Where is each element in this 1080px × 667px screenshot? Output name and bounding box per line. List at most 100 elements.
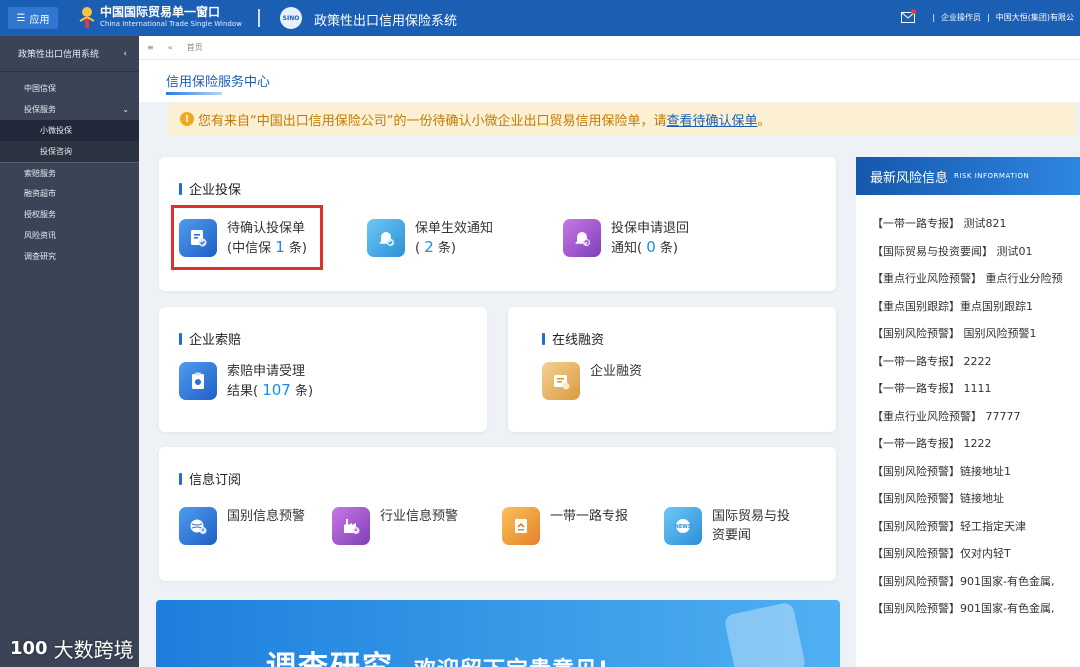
operator-role[interactable]: 企业操作员	[941, 12, 981, 23]
count-prefix: 结果(	[227, 384, 259, 399]
count-prefix: 通知(	[611, 241, 643, 256]
sidebar-item-insure-consult[interactable]: 投保咨询	[0, 141, 139, 162]
watermark-logo: 100	[10, 638, 48, 659]
sinosure-logo-icon: SINO	[280, 7, 302, 29]
card-title: 在线融资	[542, 329, 604, 348]
sidebar-item-risk-news[interactable]: 风险资讯	[0, 225, 139, 246]
scroll-illustration-icon	[723, 601, 807, 667]
card-title: 信息订阅	[179, 469, 241, 488]
item-text: 一带一路专报	[550, 509, 629, 524]
app-menu-label: 应用	[29, 14, 50, 26]
sidebar-item-label: 授权服务	[24, 210, 56, 219]
notice-text: 您有来自“中国出口信用保险公司”的一份待确认小微企业出口贸易信用保险单，请	[198, 113, 667, 129]
sidebar-submenu: 小微投保 投保咨询	[0, 120, 139, 162]
banner-text: 调查研究 欢迎留下宝贵意见!	[266, 642, 609, 667]
report-icon	[502, 507, 540, 545]
item-line2: 结果( 107 条)	[227, 381, 313, 401]
count-suffix: 条)	[437, 241, 456, 256]
belt-road-report-item[interactable]: 一带一路专报	[502, 507, 628, 545]
sys-logo-text: SINO	[282, 14, 300, 22]
enterprise-financing-item[interactable]: 企业融资	[542, 362, 642, 400]
page-title: 信用保险服务中心	[166, 75, 271, 90]
application-returned-item[interactable]: 投保申请退回 通知( 0 条)	[563, 219, 689, 258]
site-logo[interactable]: 中国国际贸易单一窗口 China International Trade Sin…	[100, 5, 242, 29]
claim-result-item[interactable]: 索赔申请受理 结果( 107 条)	[179, 362, 313, 401]
count-suffix: 条)	[659, 241, 678, 256]
item-text: 国际贸易与投 资要闻	[712, 507, 790, 545]
risk-item[interactable]: 【国际贸易与投资要闻】 测试01	[856, 243, 1080, 271]
sidebar-item-financing[interactable]: 融资超市	[0, 183, 139, 204]
sidebar-item-micro-insure[interactable]: 小微投保	[0, 120, 139, 141]
research-banner[interactable]: 调查研究 欢迎留下宝贵意见!	[156, 600, 840, 667]
country-warning-item[interactable]: 国别信息预警	[179, 507, 305, 545]
risk-panel-header: 最新风险信息 RISK INFORMATION	[856, 157, 1080, 195]
coins-icon	[542, 362, 580, 400]
title-underline	[166, 92, 222, 95]
page-header: 信用保险服务中心	[139, 60, 1080, 102]
trade-news-item[interactable]: NEWS 国际贸易与投 资要闻	[664, 507, 790, 545]
back-icon[interactable]: «	[168, 43, 173, 52]
risk-item[interactable]: 【重点行业风险预警】 77777	[856, 408, 1080, 436]
risk-item[interactable]: 【国别风险预警】仅对内轻T	[856, 545, 1080, 573]
risk-panel-subtitle: RISK INFORMATION	[954, 172, 1030, 180]
risk-item[interactable]: 【国别风险预警】链接地址	[856, 490, 1080, 518]
risk-item[interactable]: 【国别风险预警】901国家-有色金属,	[856, 600, 1080, 628]
globe-alert-icon	[179, 507, 217, 545]
risk-item[interactable]: 【国别风险预警】901国家-有色金属,	[856, 573, 1080, 601]
tab-home[interactable]: 首页	[187, 42, 203, 53]
risk-item[interactable]: 【国别风险预警】 国别风险预警1	[856, 325, 1080, 353]
risk-item[interactable]: 【国别风险预警】轻工指定天津	[856, 518, 1080, 546]
risk-item[interactable]: 【一带一路专报】 2222	[856, 353, 1080, 381]
item-line2: 资要闻	[712, 528, 752, 543]
sidebar-item-insure-service[interactable]: 投保服务 ⌄	[0, 99, 139, 120]
sidebar-item-claims[interactable]: 索赔服务	[0, 162, 139, 183]
sidebar-header[interactable]: 政策性出口信用系统 ‹	[0, 36, 139, 72]
count-value: 2	[424, 238, 434, 256]
watermark: 100 大数跨境	[10, 634, 134, 663]
top-bar: ☰ 应用 中国国际贸易单一窗口 China International Trad…	[0, 0, 1080, 36]
count-suffix: 条)	[295, 384, 314, 399]
view-pending-policy-link[interactable]: 查看待确认保单	[666, 110, 757, 129]
online-financing-card: 在线融资 企业融资	[508, 307, 836, 432]
sidebar-item-label: 调查研究	[24, 252, 56, 261]
sidebar-item-label: 索赔服务	[24, 169, 56, 178]
sidebar-item-sinosure[interactable]: 中国信保	[0, 78, 139, 99]
risk-item[interactable]: 【重点国别跟踪】重点国别跟踪1	[856, 298, 1080, 326]
sidebar-item-label: 风险资讯	[24, 231, 56, 240]
company-name[interactable]: 中国大恒(集团)有限公	[996, 12, 1074, 23]
sidebar-title: 政策性出口信用系统	[18, 50, 100, 60]
menu-icon: ☰	[16, 12, 26, 24]
risk-item[interactable]: 【一带一路专报】 测试821	[856, 215, 1080, 243]
count-prefix: (	[415, 241, 421, 256]
policy-effective-item[interactable]: 保单生效通知 ( 2 条)	[367, 219, 493, 258]
sidebar-item-label: 中国信保	[24, 84, 56, 93]
item-text: 索赔申请受理 结果( 107 条)	[227, 362, 313, 401]
risk-panel-title: 最新风险信息	[870, 170, 949, 186]
sidebar-item-research[interactable]: 调查研究	[0, 246, 139, 267]
sidebar-item-label: 小微投保	[40, 126, 72, 135]
item-line1: 投保申请退回	[611, 221, 690, 236]
count-value: 107	[262, 381, 291, 399]
watermark-text: 大数跨境	[53, 638, 134, 662]
bell-return-icon	[563, 219, 601, 257]
bell-check-icon	[367, 219, 405, 257]
collapse-icon[interactable]: ‹	[123, 49, 127, 59]
item-line2: ( 2 条)	[415, 238, 493, 258]
warning-icon: !	[180, 112, 194, 126]
notice-bar: ! 您有来自“中国出口信用保险公司”的一份待确认小微企业出口贸易信用保险单，请 …	[168, 103, 1076, 135]
sidebar-item-label: 投保咨询	[40, 147, 72, 156]
industry-warning-item[interactable]: 行业信息预警	[332, 507, 458, 545]
risk-item[interactable]: 【重点行业风险预警】 重点行业分险预	[856, 270, 1080, 298]
risk-list: 【一带一路专报】 测试821 【国际贸易与投资要闻】 测试01 【重点行业风险预…	[856, 195, 1080, 628]
sidebar-item-authorization[interactable]: 授权服务	[0, 204, 139, 225]
item-line1: 国际贸易与投	[712, 509, 791, 524]
app-menu-button[interactable]: ☰ 应用	[8, 7, 58, 29]
risk-item[interactable]: 【一带一路专报】 1222	[856, 435, 1080, 463]
card-title: 企业投保	[179, 179, 241, 198]
risk-item[interactable]: 【国别风险预警】链接地址1	[856, 463, 1080, 491]
risk-info-panel: 最新风险信息 RISK INFORMATION 【一带一路专报】 测试821 【…	[856, 157, 1080, 667]
news-icon: NEWS	[664, 507, 702, 545]
list-icon[interactable]: ≡	[147, 43, 154, 52]
banner-subtitle: 欢迎留下宝贵意见!	[414, 658, 609, 667]
risk-item[interactable]: 【一带一路专报】 1111	[856, 380, 1080, 408]
